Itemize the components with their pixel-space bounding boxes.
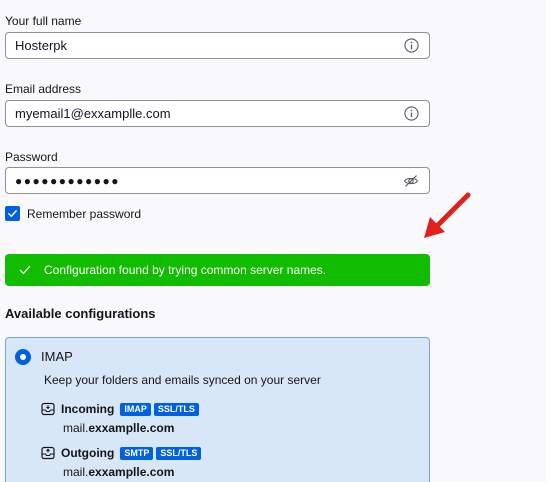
protocol-description: Keep your folders and emails synced on y… xyxy=(44,373,321,387)
eye-slash-icon[interactable] xyxy=(403,173,419,189)
password-label: Password xyxy=(5,150,58,164)
name-label: Your full name xyxy=(5,14,82,28)
incoming-security-badge: SSL/TLS xyxy=(153,402,199,416)
email-value: myemail1@exxamplle.com xyxy=(15,106,171,121)
config-option-imap[interactable]: IMAP Keep your folders and emails synced… xyxy=(5,337,430,482)
incoming-label: Incoming xyxy=(61,402,115,416)
remember-label: Remember password xyxy=(27,206,142,221)
red-arrow-icon xyxy=(424,192,471,238)
remember-password[interactable]: Remember password xyxy=(5,205,141,222)
check-icon xyxy=(19,265,31,275)
status-message: Configuration found by trying common ser… xyxy=(44,263,327,277)
incoming-host: mail.exxamplle.com xyxy=(63,421,175,435)
outbox-upload-icon xyxy=(41,446,55,460)
config-radio-imap[interactable] xyxy=(15,349,31,365)
protocol-name: IMAP xyxy=(41,349,73,364)
name-value: Hosterpk xyxy=(15,38,68,53)
status-success-bar: Configuration found by trying common ser… xyxy=(5,254,430,286)
available-configurations-heading: Available configurations xyxy=(5,306,156,321)
password-value: ●●●●●●●●●●●● xyxy=(15,173,120,188)
incoming-server-row: Incoming IMAP SSL/TLS xyxy=(41,402,199,416)
outgoing-security-badge: SSL/TLS xyxy=(156,446,202,460)
name-field[interactable]: Hosterpk xyxy=(5,32,430,59)
info-icon[interactable] xyxy=(403,38,419,54)
check-icon xyxy=(8,210,17,217)
email-field[interactable]: myemail1@exxamplle.com xyxy=(5,100,430,127)
outgoing-label: Outgoing xyxy=(61,446,115,460)
remember-checkbox[interactable] xyxy=(5,206,20,221)
incoming-protocol-badge: IMAP xyxy=(120,402,151,416)
account-setup-page: Your full name Hosterpk Email address my… xyxy=(0,0,546,482)
info-icon[interactable] xyxy=(403,106,419,122)
outgoing-host: mail.exxamplle.com xyxy=(63,465,175,479)
email-label: Email address xyxy=(5,82,82,96)
inbox-download-icon xyxy=(41,402,55,416)
outgoing-server-row: Outgoing SMTP SSL/TLS xyxy=(41,446,202,460)
outgoing-protocol-badge: SMTP xyxy=(120,446,154,460)
password-field[interactable]: ●●●●●●●●●●●● xyxy=(5,167,430,194)
